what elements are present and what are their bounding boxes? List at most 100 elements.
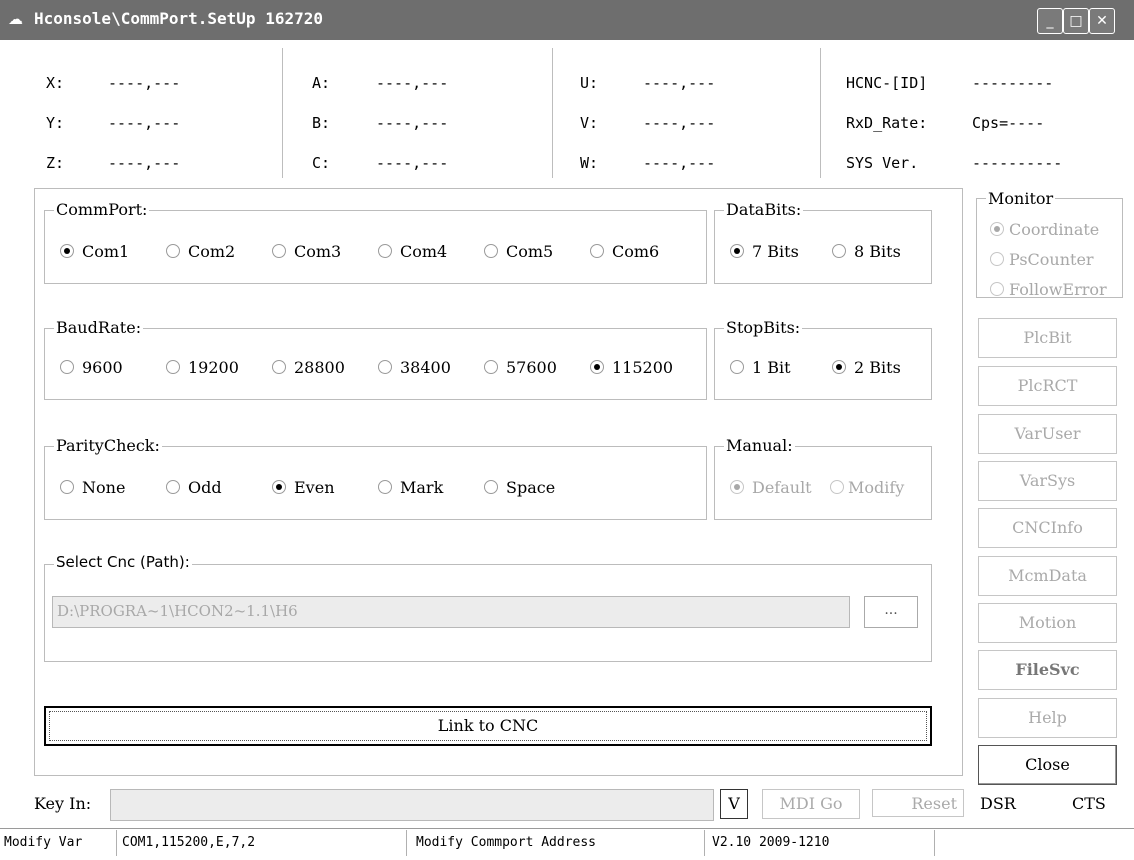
motion-button[interactable]: Motion	[978, 603, 1117, 643]
parity-radio-mark[interactable]: Mark	[378, 478, 443, 497]
radio-selected-icon	[990, 222, 1004, 236]
parity-radio-even[interactable]: Even	[272, 478, 335, 497]
commport-label: CommPort:	[54, 200, 150, 219]
radio-icon	[378, 244, 392, 258]
hcnc-id-value: ---------	[972, 74, 1054, 92]
window-title: Hconsole\CommPort.SetUp 162720	[34, 9, 323, 28]
radio-icon	[990, 252, 1004, 266]
commport-radio-com5[interactable]: Com5	[484, 242, 553, 261]
manual-radio-modify[interactable]: Modify	[830, 478, 904, 497]
coord-label-c: C:	[312, 154, 331, 172]
path-input-value: D:\PROGRA~1\HCON2~1.1\H6	[57, 602, 298, 620]
stopbits-radio-1[interactable]: 1 Bit	[730, 358, 791, 377]
radio-icon	[272, 360, 286, 374]
close-window-button[interactable]: ✕	[1089, 8, 1115, 34]
close-button[interactable]: Close	[978, 745, 1117, 785]
help-button[interactable]: Help	[978, 698, 1117, 738]
radio-icon	[590, 244, 604, 258]
databits-radio-8[interactable]: 8 Bits	[832, 242, 901, 261]
baudrate-radio-28800[interactable]: 28800	[272, 358, 345, 377]
status-port: COM1,115200,E,7,2	[118, 830, 407, 856]
coord-value-b: ----,---	[376, 114, 449, 132]
parity-radio-space[interactable]: Space	[484, 478, 555, 497]
baudrate-radio-9600[interactable]: 9600	[60, 358, 123, 377]
radio-icon	[60, 480, 74, 494]
cts-indicator: CTS	[1072, 794, 1106, 813]
parity-radio-none[interactable]: None	[60, 478, 125, 497]
radio-icon	[830, 480, 844, 494]
title-bar[interactable]: ☁ Hconsole\CommPort.SetUp 162720 _ □ ✕	[0, 0, 1134, 40]
v-button[interactable]: V	[720, 789, 748, 819]
stopbits-radio-2[interactable]: 2 Bits	[832, 358, 901, 377]
coord-label-b: B:	[312, 114, 331, 132]
commport-radio-com3[interactable]: Com3	[272, 242, 341, 261]
coord-value-v: ----,---	[643, 114, 716, 132]
manual-radio-default[interactable]: Default	[730, 478, 812, 497]
varsys-button[interactable]: VarSys	[978, 461, 1117, 501]
status-version: V2.10 2009-1210	[708, 830, 935, 856]
parity-radio-odd[interactable]: Odd	[166, 478, 222, 497]
baudrate-radio-19200[interactable]: 19200	[166, 358, 239, 377]
radio-selected-icon	[60, 244, 74, 258]
coord-label-v: V:	[580, 114, 599, 132]
mcmdata-button[interactable]: McmData	[978, 556, 1117, 596]
plcrct-button[interactable]: PlcRCT	[978, 366, 1117, 406]
coord-divider	[552, 48, 553, 178]
hcnc-id-label: HCNC-[ID]	[846, 74, 928, 92]
browse-button[interactable]: ...	[864, 596, 918, 628]
baudrate-radio-57600[interactable]: 57600	[484, 358, 557, 377]
databits-label: DataBits:	[724, 200, 804, 219]
filesvc-button[interactable]: FileSvc	[978, 650, 1117, 690]
radio-icon	[832, 244, 846, 258]
monitor-radio-coordinate[interactable]: Coordinate	[990, 220, 1099, 239]
path-input[interactable]: D:\PROGRA~1\HCON2~1.1\H6	[52, 596, 850, 628]
parity-group	[44, 446, 707, 520]
rxd-rate-value: Cps=----	[972, 114, 1045, 132]
databits-radio-7[interactable]: 7 Bits	[730, 242, 799, 261]
rxd-rate-label: RxD_Rate:	[846, 114, 928, 132]
coord-value-y: ----,---	[108, 114, 181, 132]
coord-label-u: U:	[580, 74, 599, 92]
radio-selected-icon	[730, 480, 744, 494]
varuser-button[interactable]: VarUser	[978, 414, 1117, 454]
radio-icon	[378, 480, 392, 494]
plcbit-button[interactable]: PlcBit	[978, 318, 1117, 358]
sys-ver-label: SYS Ver.	[846, 154, 919, 172]
radio-icon	[484, 360, 498, 374]
commport-radio-com4[interactable]: Com4	[378, 242, 447, 261]
manual-label: Manual:	[724, 436, 795, 455]
radio-icon	[484, 244, 498, 258]
commport-radio-com1[interactable]: Com1	[60, 242, 129, 261]
coord-value-x: ----,---	[108, 74, 181, 92]
coord-label-a: A:	[312, 74, 331, 92]
radio-selected-icon	[590, 360, 604, 374]
baudrate-radio-115200[interactable]: 115200	[590, 358, 673, 377]
radio-selected-icon	[832, 360, 846, 374]
commport-radio-com2[interactable]: Com2	[166, 242, 235, 261]
coord-value-u: ----,---	[643, 74, 716, 92]
link-to-cnc-button[interactable]: Link to CNC	[44, 706, 932, 746]
maximize-button[interactable]: □	[1063, 8, 1089, 34]
monitor-radio-pscounter[interactable]: PsCounter	[990, 250, 1094, 269]
coord-value-c: ----,---	[376, 154, 449, 172]
baudrate-radio-38400[interactable]: 38400	[378, 358, 451, 377]
mdi-go-button[interactable]: MDI Go	[762, 789, 860, 819]
reset-button[interactable]: Reset	[872, 789, 964, 817]
commport-radio-com6[interactable]: Com6	[590, 242, 659, 261]
status-message: Modify Commport Address	[412, 830, 705, 856]
status-mode: Modify Var	[0, 830, 117, 856]
monitor-radio-followerror[interactable]: FollowError	[990, 280, 1107, 299]
keyin-label: Key In:	[34, 794, 92, 813]
app-icon: ☁	[8, 10, 23, 28]
monitor-label: Monitor	[986, 189, 1056, 208]
radio-selected-icon	[272, 480, 286, 494]
radio-icon	[484, 480, 498, 494]
cncinfo-button[interactable]: CNCInfo	[978, 508, 1117, 548]
parity-label: ParityCheck:	[54, 436, 162, 455]
dsr-indicator: DSR	[980, 794, 1016, 813]
coord-value-a: ----,---	[376, 74, 449, 92]
link-to-cnc-label: Link to CNC	[49, 711, 927, 741]
minimize-button[interactable]: _	[1037, 8, 1063, 34]
keyin-input[interactable]	[110, 789, 714, 821]
radio-selected-icon	[730, 244, 744, 258]
